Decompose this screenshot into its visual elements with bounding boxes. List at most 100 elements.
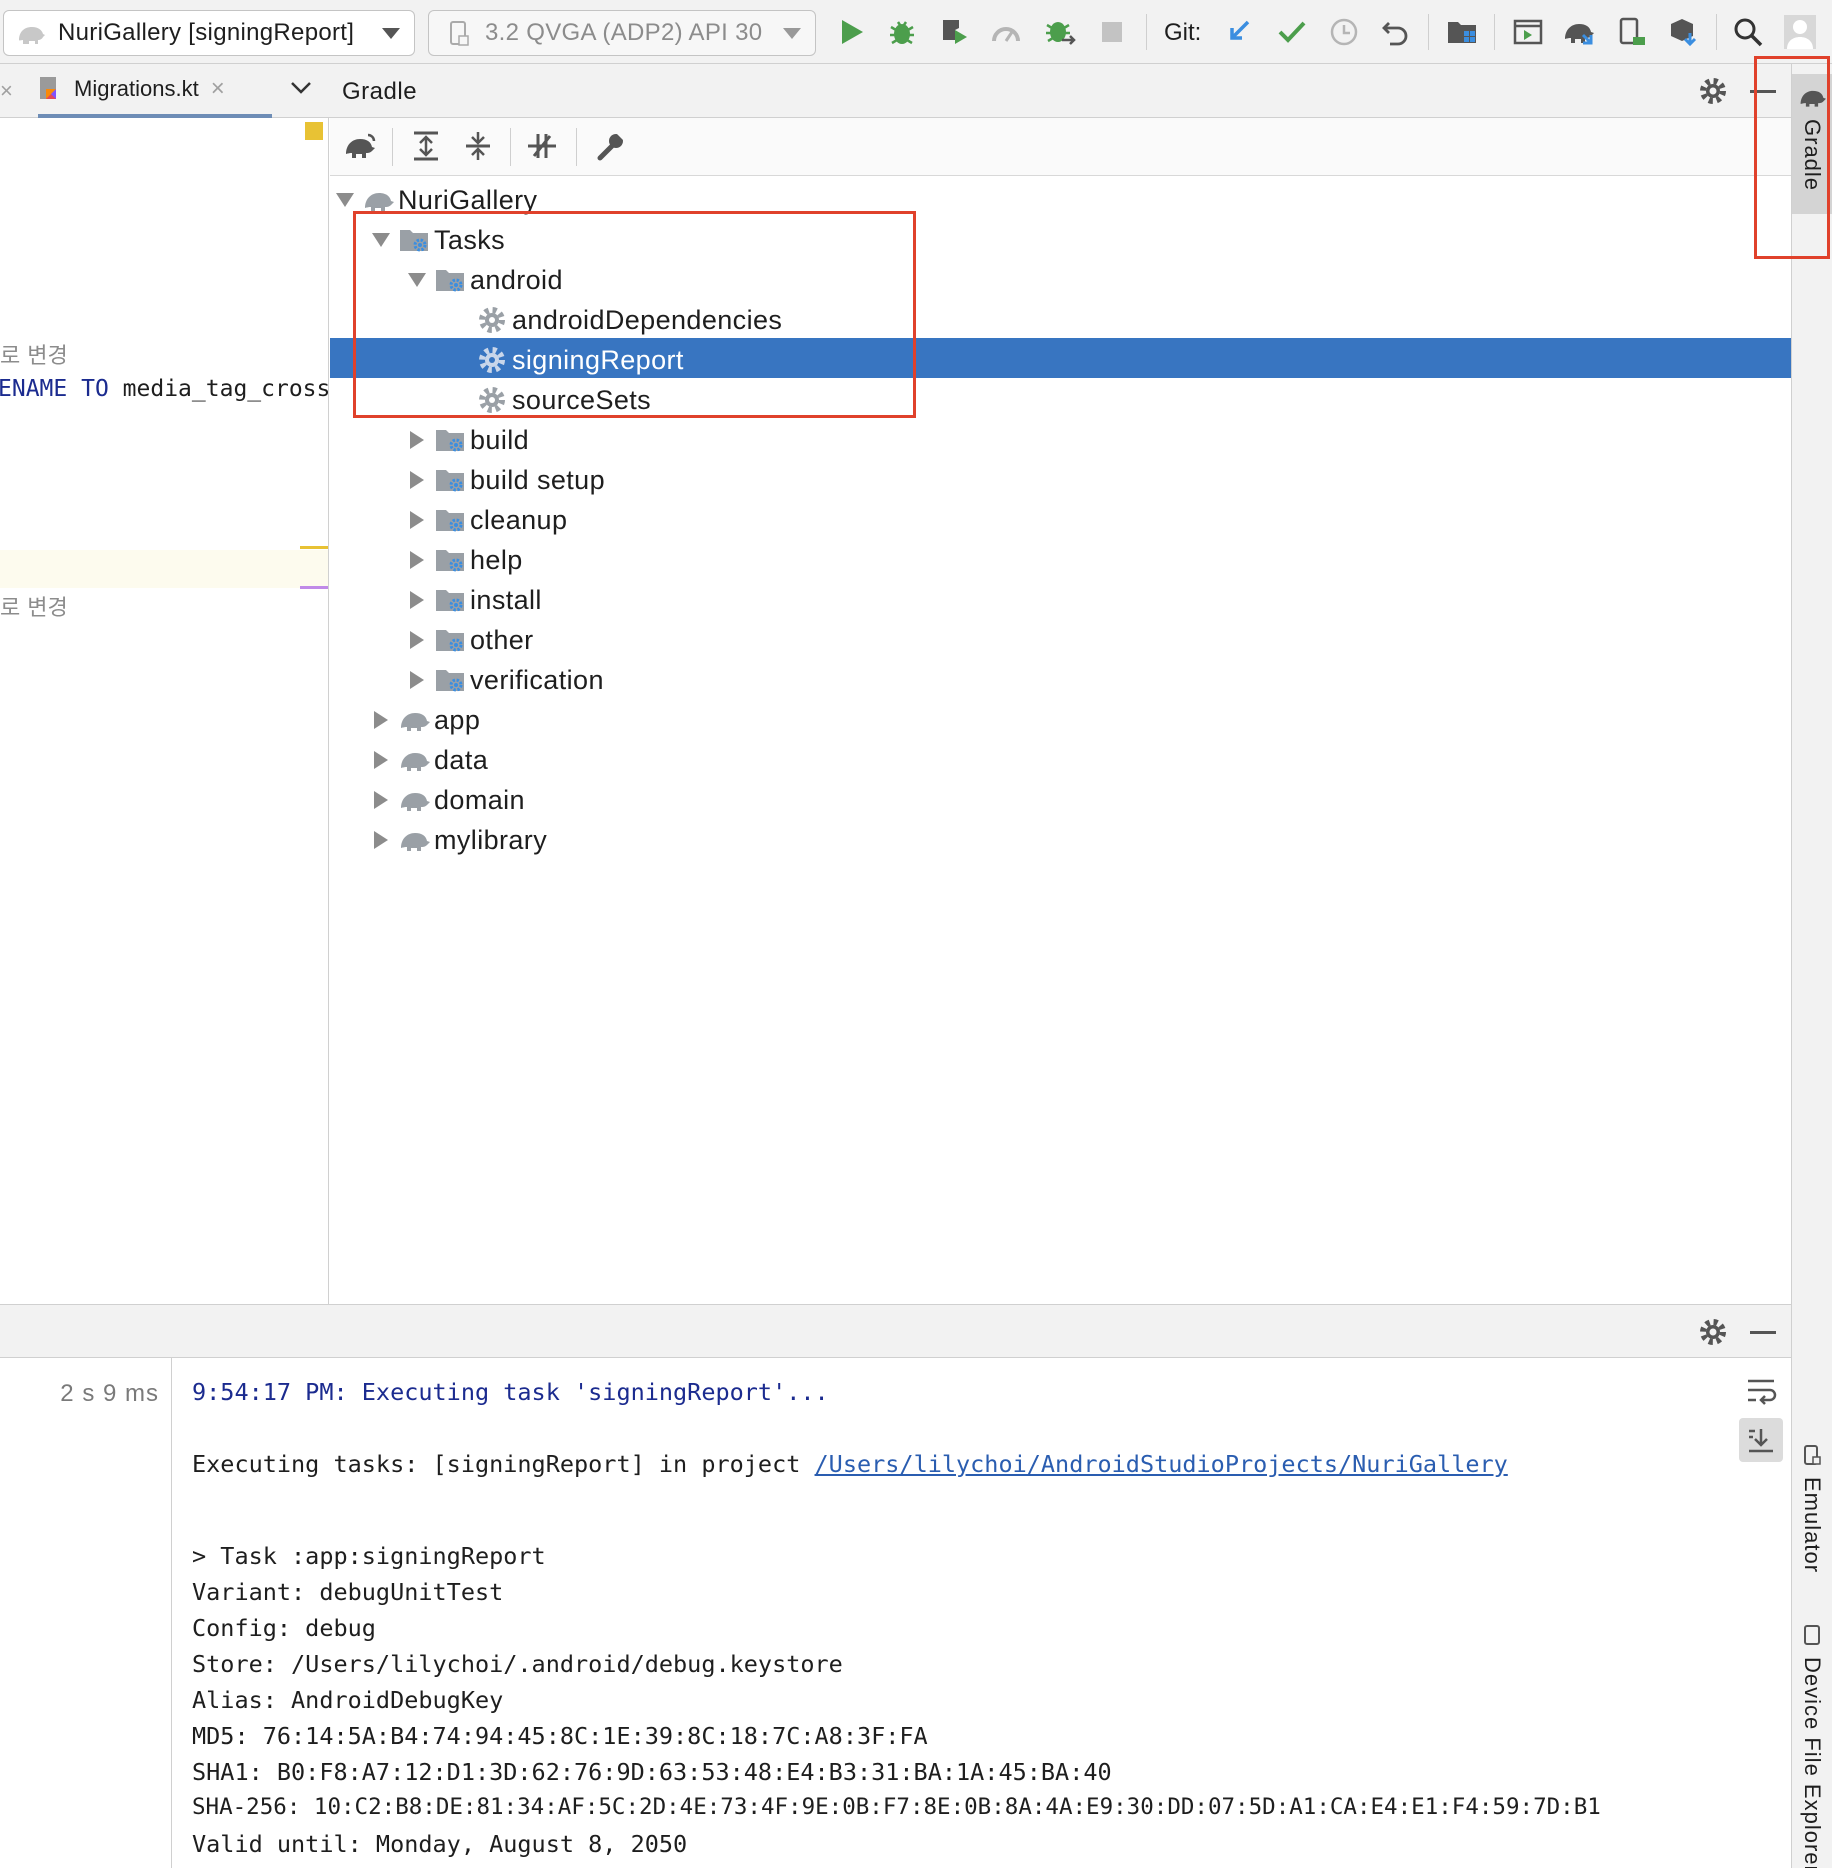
- avd-manager-icon[interactable]: [1614, 14, 1650, 50]
- gradle-tab-highlight-box: [1754, 56, 1830, 259]
- code-editor[interactable]: 로 변경 ENAME TO media_tag_cross 로 변경: [0, 118, 329, 1304]
- minimize-icon[interactable]: [1750, 1331, 1776, 1334]
- expand-toggle[interactable]: [402, 511, 432, 529]
- tasks-highlight-box: [353, 211, 916, 418]
- console-line: SHA1: B0:F8:A7:12:D1:3D:62:76:9D:63:53:4…: [192, 1758, 1112, 1786]
- tool-tab-device-file-explorer[interactable]: Device File Explorer: [1792, 1624, 1832, 1868]
- tree-node-cleanup[interactable]: cleanup: [402, 500, 567, 540]
- task-folder-icon: [432, 544, 468, 576]
- sql-keyword: TO: [81, 376, 109, 402]
- soft-wrap-icon[interactable]: [1745, 1376, 1777, 1411]
- git-update-icon[interactable]: [1222, 14, 1258, 50]
- avatar[interactable]: [1782, 14, 1818, 50]
- tree-node-verification[interactable]: verification: [402, 660, 604, 700]
- expand-toggle[interactable]: [366, 711, 396, 729]
- code-comment: 로 변경: [0, 344, 68, 369]
- gradle-elephant-icon: [16, 22, 50, 44]
- tree-node-label: mylibrary: [434, 824, 548, 855]
- tree-node-label: verification: [470, 664, 604, 695]
- toolbar-divider: [510, 128, 511, 166]
- console-output[interactable]: 9:54:17 PM: Executing task 'signingRepor…: [172, 1358, 1733, 1868]
- attach-debugger-icon[interactable]: [1042, 14, 1078, 50]
- tree-node-other[interactable]: other: [402, 620, 534, 660]
- chevron-down-icon: [382, 27, 400, 39]
- console-line: Valid until: Monday, August 8, 2050: [192, 1830, 688, 1858]
- run-configuration-label: NuriGallery [signingReport]: [58, 19, 355, 46]
- git-commit-icon[interactable]: [1274, 14, 1310, 50]
- git-history-icon[interactable]: [1326, 14, 1362, 50]
- console-text: Executing tasks: [signingReport] in proj…: [192, 1450, 815, 1478]
- run-configuration-select[interactable]: NuriGallery [signingReport]: [3, 10, 415, 56]
- tab-migrations-kt[interactable]: Migrations.kt ×: [38, 64, 272, 118]
- code-comment: 로 변경: [0, 596, 68, 621]
- close-icon[interactable]: ×: [0, 78, 13, 104]
- console-line: Variant: debugUnitTest: [192, 1578, 504, 1606]
- tree-node-app[interactable]: app: [366, 700, 480, 740]
- stop-icon[interactable]: [1094, 14, 1130, 50]
- gear-icon[interactable]: [1698, 76, 1728, 111]
- tree-node-build-setup[interactable]: build setup: [402, 460, 605, 500]
- code-identifier: media_tag_cross: [122, 376, 329, 402]
- tree-node-label: install: [470, 584, 542, 615]
- collapse-all-icon[interactable]: [464, 130, 492, 167]
- layout-inspector-icon[interactable]: [1510, 14, 1546, 50]
- device-icon: [449, 20, 479, 46]
- toolbar-divider: [576, 128, 577, 166]
- right-tool-strip: Gradle Emulator Device File Explorer: [1791, 64, 1832, 1868]
- expand-toggle[interactable]: [366, 791, 396, 809]
- sync-gradle-icon[interactable]: [1562, 14, 1598, 50]
- toggle-offline-icon[interactable]: [526, 130, 558, 167]
- sql-keyword: ENAME: [0, 376, 68, 402]
- rollback-icon[interactable]: [1378, 14, 1414, 50]
- tree-node-label: build: [470, 424, 530, 455]
- expand-toggle[interactable]: [402, 591, 432, 609]
- device-icon: [1802, 1624, 1822, 1651]
- tree-node-install[interactable]: install: [402, 580, 542, 620]
- change-marker: [300, 546, 328, 549]
- expand-toggle[interactable]: [366, 831, 396, 849]
- expand-toggle[interactable]: [402, 631, 432, 649]
- run-icon[interactable]: [834, 14, 870, 50]
- task-folder-icon: [432, 584, 468, 616]
- debug-icon[interactable]: [884, 14, 920, 50]
- device-select[interactable]: 3.2 QVGA (ADP2) API 30: [428, 10, 816, 56]
- tool-tab-label: Device File Explorer: [1800, 1657, 1825, 1868]
- gear-icon[interactable]: [1698, 1317, 1728, 1352]
- toolbar-divider: [392, 128, 393, 166]
- tree-node-mylibrary[interactable]: mylibrary: [366, 820, 547, 860]
- tree-node-build[interactable]: build: [402, 420, 529, 460]
- run-panel-header: [0, 1304, 1791, 1358]
- expand-toggle[interactable]: [330, 193, 360, 207]
- sdk-manager-icon[interactable]: [1666, 14, 1702, 50]
- expand-toggle[interactable]: [366, 751, 396, 769]
- project-structure-icon[interactable]: [1444, 14, 1480, 50]
- console-line: 9:54:17 PM: Executing task 'signingRepor…: [192, 1378, 829, 1406]
- wrench-icon[interactable]: [596, 130, 626, 167]
- expand-toggle[interactable]: [402, 551, 432, 569]
- tree-node-data[interactable]: data: [366, 740, 488, 780]
- expand-toggle[interactable]: [402, 671, 432, 689]
- tree-node-help[interactable]: help: [402, 540, 523, 580]
- search-icon[interactable]: [1730, 14, 1766, 50]
- project-path-link[interactable]: /Users/lilychoi/AndroidStudioProjects/Nu…: [815, 1450, 1508, 1478]
- tree-node-label: build setup: [470, 464, 605, 495]
- chevron-down-icon: [783, 27, 801, 39]
- scroll-to-end-icon[interactable]: [1739, 1418, 1783, 1462]
- reload-gradle-icon[interactable]: [344, 132, 378, 165]
- task-folder-icon: [432, 624, 468, 656]
- tree-node-label: cleanup: [470, 504, 568, 535]
- tool-tab-emulator[interactable]: Emulator: [1792, 1444, 1832, 1644]
- kotlin-file-icon: [38, 75, 74, 103]
- gradle-panel-title: Gradle: [342, 78, 418, 105]
- warning-marker: [305, 122, 323, 140]
- profiler-icon[interactable]: [988, 14, 1024, 50]
- close-icon[interactable]: ×: [211, 75, 225, 103]
- gradle-elephant-icon: [396, 744, 432, 776]
- chevron-down-icon[interactable]: [290, 80, 312, 101]
- expand-toggle[interactable]: [402, 471, 432, 489]
- run-with-coverage-icon[interactable]: [936, 14, 972, 50]
- expand-all-icon[interactable]: [412, 130, 440, 167]
- tree-node-domain[interactable]: domain: [366, 780, 525, 820]
- main-toolbar: NuriGallery [signingReport] 3.2 QVGA (AD…: [0, 0, 1832, 64]
- expand-toggle[interactable]: [402, 431, 432, 449]
